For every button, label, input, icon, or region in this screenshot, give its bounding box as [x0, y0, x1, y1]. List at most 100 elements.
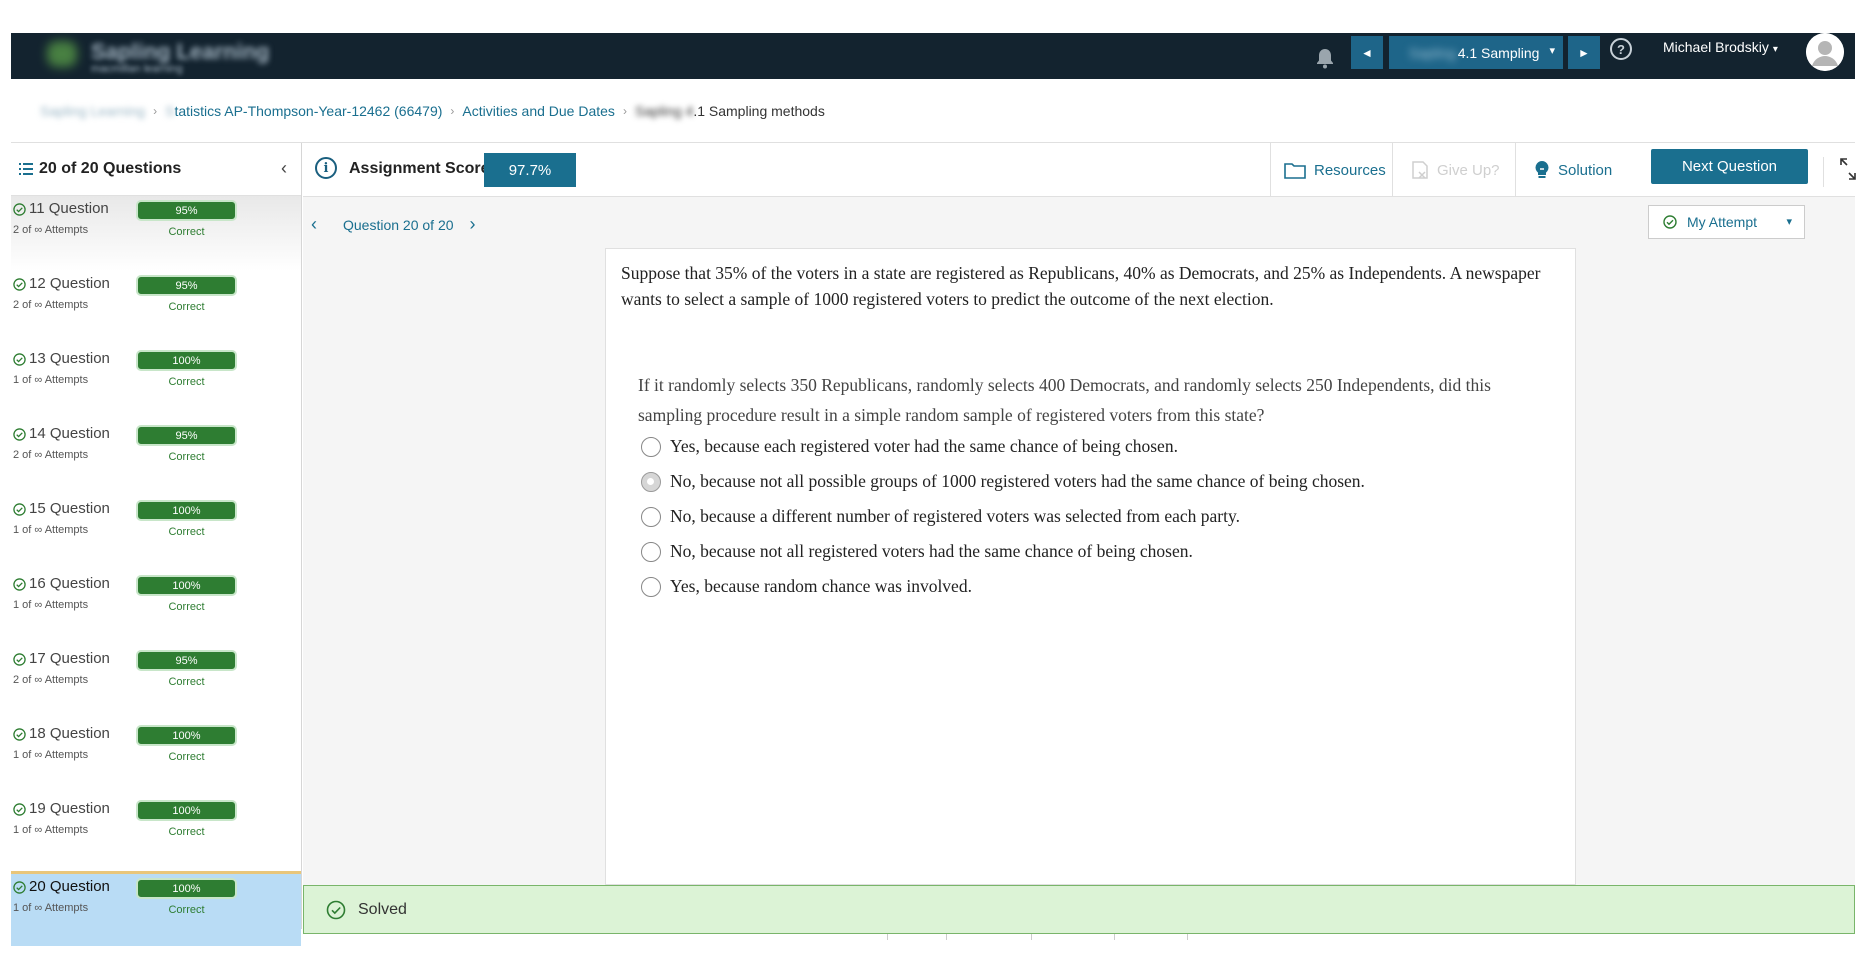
- check-circle-icon: [13, 803, 26, 816]
- logo[interactable]: Sapling Learning macmillan learning: [39, 35, 269, 75]
- question-list: 11 Question 2 of ∞ Attempts 95% Correct 12 Q…: [11, 196, 301, 946]
- next-assignment-button[interactable]: ►: [1568, 36, 1600, 69]
- lightbulb-icon: [1535, 161, 1549, 178]
- answer-choice[interactable]: No, because a different number of regist…: [641, 499, 1561, 534]
- assignment-select[interactable]: Sapling 4.1 Sampling ▾: [1389, 36, 1563, 69]
- solved-status-bar: Solved: [303, 885, 1855, 934]
- next-question-arrow[interactable]: ›: [470, 214, 486, 235]
- sidebar-question-item[interactable]: 17 Question 2 of ∞ Attempts 95% Correct: [11, 646, 301, 721]
- sidebar-question-item[interactable]: 16 Question 1 of ∞ Attempts 100% Correct: [11, 571, 301, 646]
- question-status: Correct: [168, 376, 205, 388]
- folder-icon: [1284, 163, 1306, 179]
- user-name: Michael Brodskiy: [1663, 39, 1769, 55]
- chevron-down-icon: ▾: [1786, 216, 1792, 228]
- solved-label: Solved: [358, 900, 407, 918]
- expand-icon[interactable]: [1823, 157, 1856, 187]
- radio-button[interactable]: [641, 541, 661, 562]
- check-circle-icon: [13, 503, 26, 516]
- bell-icon[interactable]: [1314, 47, 1336, 69]
- avatar-icon[interactable]: [1806, 33, 1844, 71]
- user-menu[interactable]: Michael Brodskiy ▾: [1663, 39, 1778, 55]
- score-label-text: Assignment Score:: [349, 160, 495, 177]
- sidebar-question-item[interactable]: 19 Question 1 of ∞ Attempts 100% Correct: [11, 796, 301, 871]
- top-navbar: Sapling Learning macmillan learning ◄ Sa…: [11, 33, 1855, 79]
- logo-mark: [47, 41, 77, 67]
- answer-choice[interactable]: Yes, because each registered voter had t…: [641, 429, 1561, 464]
- logo-subtext: macmillan learning: [91, 63, 183, 75]
- question-nav-label: Question 20 of 20: [343, 216, 454, 233]
- breadcrumb-separator: ›: [450, 104, 455, 118]
- answer-choice-label: No, because not all registered voters ha…: [670, 541, 1193, 561]
- answer-choice[interactable]: No, because not all possible groups of 1…: [641, 464, 1561, 499]
- check-circle-icon: [1663, 215, 1677, 229]
- radio-button[interactable]: [641, 576, 661, 597]
- question-attempts: 2 of ∞ Attempts: [13, 674, 89, 686]
- check-circle-icon: [13, 653, 26, 666]
- answer-choice-label: No, because not all possible groups of 1…: [670, 471, 1365, 491]
- chevron-down-icon: ▾: [1549, 45, 1555, 57]
- question-name: 13 Question: [29, 350, 110, 367]
- question-status: Correct: [168, 601, 205, 613]
- breadcrumb: Sapling Learning › Statistics AP-Thompso…: [40, 102, 825, 120]
- breadcrumb-course[interactable]: tatistics AP-Thompson-Year-12462 (66479): [174, 103, 442, 119]
- sidebar-question-item[interactable]: 15 Question 1 of ∞ Attempts 100% Correct: [11, 496, 301, 571]
- radio-button[interactable]: [641, 436, 661, 457]
- sidebar-question-item[interactable]: 12 Question 2 of ∞ Attempts 95% Correct: [11, 271, 301, 346]
- my-attempt-label: My Attempt: [1687, 214, 1758, 230]
- chevron-down-icon: ▾: [1772, 44, 1778, 55]
- sidebar-question-item[interactable]: 20 Question 1 of ∞ Attempts 100% Correct: [11, 871, 301, 946]
- question-name: 15 Question: [29, 500, 110, 517]
- question-sidebar: 20 of 20 Questions ‹ 11 Question 2 of ∞ A…: [11, 143, 302, 946]
- solution-label: Solution: [1558, 161, 1613, 179]
- resources-label: Resources: [1314, 161, 1386, 179]
- sidebar-question-item[interactable]: 18 Question 1 of ∞ Attempts 100% Correct: [11, 721, 301, 796]
- check-circle-icon: [326, 900, 346, 919]
- prev-assignment-button[interactable]: ◄: [1351, 36, 1383, 69]
- give-up-button[interactable]: Give Up?: [1392, 143, 1515, 197]
- question-name: 20 Question: [29, 878, 110, 895]
- my-attempt-dropdown[interactable]: My Attempt ▾: [1648, 205, 1805, 239]
- question-score-bar: 100%: [136, 725, 237, 746]
- sidebar-question-item[interactable]: 11 Question 2 of ∞ Attempts 95% Correct: [11, 196, 301, 271]
- question-name: 11 Question: [29, 200, 109, 217]
- sidebar-question-item[interactable]: 13 Question 1 of ∞ Attempts 100% Correct: [11, 346, 301, 421]
- answer-choice[interactable]: Yes, because random chance was involved.: [641, 569, 1561, 604]
- question-attempts: 1 of ∞ Attempts: [13, 902, 89, 914]
- question-status: Correct: [168, 226, 205, 238]
- sidebar-header: 20 of 20 Questions ‹: [11, 143, 301, 196]
- question-attempts: 2 of ∞ Attempts: [13, 299, 89, 311]
- question-name: 16 Question: [29, 575, 110, 592]
- answer-choice-label: No, because a different number of regist…: [670, 506, 1240, 526]
- assignment-blurred-prefix: Sapling: [1409, 44, 1456, 61]
- breadcrumb-current: .1 Sampling methods: [693, 103, 825, 119]
- score-label: Assignment Score:: [349, 160, 495, 178]
- question-stem: Suppose that 35% of the voters in a stat…: [621, 263, 1541, 309]
- help-icon[interactable]: ?: [1610, 38, 1632, 60]
- question-name: 19 Question: [29, 800, 110, 817]
- question-name: 14 Question: [29, 425, 110, 442]
- question-navigator: ‹ Question 20 of 20 ›: [311, 214, 486, 235]
- breadcrumb-home[interactable]: Sapling Learning: [40, 103, 145, 119]
- question-name: 12 Question: [29, 275, 110, 292]
- question-status: Correct: [168, 301, 205, 313]
- breadcrumb-separator: ›: [622, 104, 627, 118]
- sidebar-question-item[interactable]: 14 Question 2 of ∞ Attempts 95% Correct: [11, 421, 301, 496]
- check-circle-icon: [13, 728, 26, 741]
- question-score-bar: 100%: [136, 878, 237, 899]
- question-content: ‹ Question 20 of 20 › My Attempt ▾ Suppo…: [303, 197, 1855, 885]
- answer-choice[interactable]: No, because not all registered voters ha…: [641, 534, 1561, 569]
- question-score-bar: 100%: [136, 350, 237, 371]
- next-question-button[interactable]: Next Question: [1651, 149, 1808, 184]
- breadcrumb-course-prefix[interactable]: S: [165, 103, 174, 119]
- prev-question-arrow[interactable]: ‹: [311, 214, 327, 235]
- breadcrumb-activities[interactable]: Activities and Due Dates: [462, 103, 615, 119]
- question-status: Correct: [168, 676, 205, 688]
- divider: [1031, 934, 1032, 940]
- collapse-icon[interactable]: ‹: [281, 158, 287, 179]
- solution-button[interactable]: Solution: [1515, 143, 1638, 197]
- info-icon[interactable]: i: [315, 157, 337, 179]
- radio-button[interactable]: [641, 506, 661, 527]
- radio-button[interactable]: [641, 471, 661, 492]
- check-circle-icon: [13, 278, 26, 291]
- resources-button[interactable]: Resources: [1270, 143, 1392, 197]
